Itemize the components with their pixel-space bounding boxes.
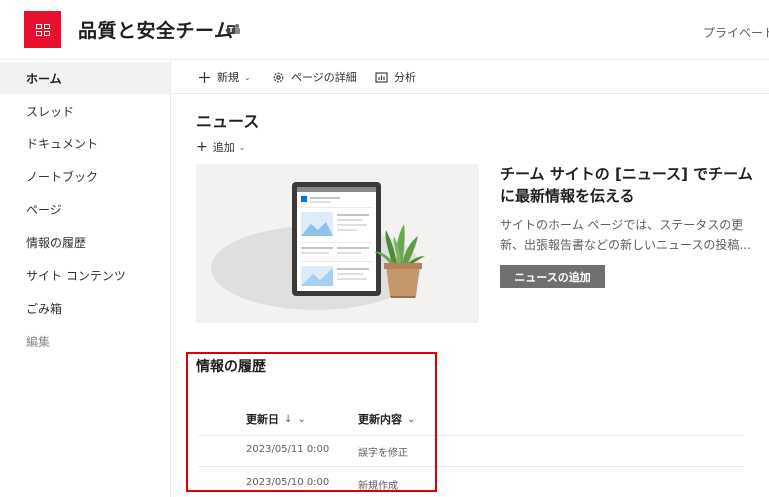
chevron-down-icon: ⌄	[238, 142, 246, 152]
news-section-title: ニュース	[196, 112, 260, 131]
add-news-button[interactable]: ニュースの追加	[500, 265, 605, 288]
news-placeholder-illustration	[196, 164, 479, 323]
analytics-button[interactable]: 分析	[375, 69, 416, 85]
page-details-button[interactable]: ページの詳細	[272, 69, 357, 85]
history-highlight-frame	[186, 352, 437, 492]
sidebar-item-threads[interactable]: スレッド	[0, 95, 170, 127]
sidebar-item-info-history[interactable]: 情報の履歴	[0, 226, 170, 258]
teams-icon[interactable]: T	[227, 23, 240, 36]
news-placeholder-heading: チーム サイトの [ニュース] でチームに最新情報を伝える	[500, 165, 753, 205]
svg-text:T: T	[229, 26, 234, 34]
sidebar-item-home[interactable]: ホーム	[0, 62, 170, 94]
left-navigation: ホーム スレッド ドキュメント ノートブック ページ 情報の履歴 サイト コンテ…	[0, 60, 171, 497]
new-button[interactable]: 新規 ⌄	[198, 69, 251, 85]
site-logo[interactable]	[24, 11, 61, 48]
chevron-down-icon: ⌄	[244, 72, 251, 82]
new-button-label: 新規	[217, 71, 239, 84]
page-details-label: ページの詳細	[291, 71, 357, 84]
news-placeholder-description: サイトのホーム ページでは、ステータスの更新、出張報告書などの新しいニュースの投…	[500, 218, 751, 252]
sidebar-item-recycle-bin[interactable]: ごみ箱	[0, 292, 170, 324]
privacy-label: プライベート	[703, 26, 769, 40]
sharepoint-site-logo-icon	[35, 23, 50, 36]
plus-icon	[199, 71, 210, 83]
sidebar-item-documents[interactable]: ドキュメント	[0, 127, 170, 159]
analytics-label: 分析	[394, 71, 416, 84]
sidebar-item-notebook[interactable]: ノートブック	[0, 160, 170, 192]
news-add-button[interactable]: + 追加 ⌄	[196, 139, 245, 155]
gear-icon	[273, 72, 284, 82]
sidebar-item-edit[interactable]: 編集	[0, 325, 170, 357]
command-bar: 新規 ⌄ ページの詳細 分析	[172, 60, 769, 94]
site-title[interactable]: 品質と安全チーム	[78, 16, 233, 43]
plus-icon: +	[196, 139, 208, 155]
news-add-label: 追加	[212, 141, 235, 154]
sidebar-item-pages[interactable]: ページ	[0, 193, 170, 225]
site-header: 品質と安全チーム T プライベート	[0, 0, 769, 60]
sidebar-item-site-contents[interactable]: サイト コンテンツ	[0, 259, 170, 291]
tablet-plant-illustration	[211, 182, 425, 310]
analytics-icon	[375, 71, 388, 83]
